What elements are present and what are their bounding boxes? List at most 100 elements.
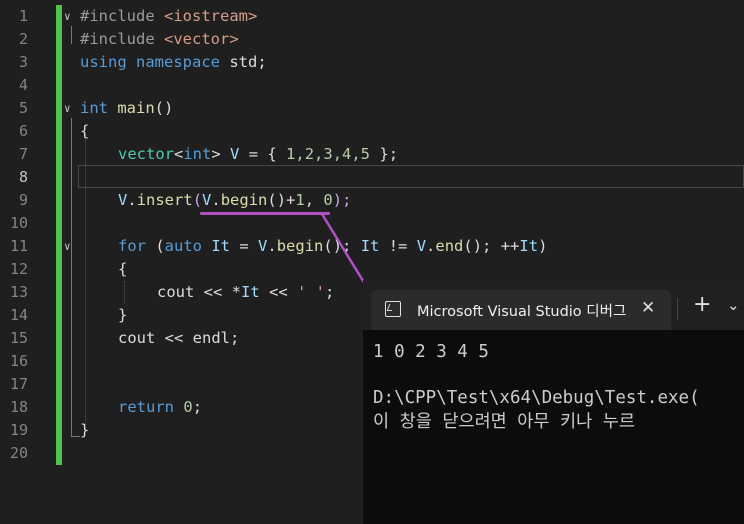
line-number-gutter: 1 2 3 4 5 6 7 8 9 10 11 12 13 14 15 16 1…	[0, 0, 56, 524]
variable: It	[519, 237, 539, 255]
punctuation: ()+	[267, 191, 296, 209]
variable: It	[211, 237, 231, 255]
fold-chevron-icon[interactable]: ∨	[64, 97, 71, 120]
line-number: 11	[9, 237, 28, 255]
fold-guide	[71, 26, 72, 44]
variable: V	[230, 145, 240, 163]
keyword: namespace	[136, 53, 221, 71]
line-number: 20	[9, 444, 28, 462]
variable: It	[360, 237, 380, 255]
terminal-icon	[385, 301, 401, 317]
punctuation: .	[426, 237, 436, 255]
keyword: for	[118, 237, 146, 255]
statement: cout << *	[157, 283, 241, 301]
line-number: 3	[18, 53, 28, 71]
code-line-2[interactable]: #include <vector>	[80, 28, 239, 51]
punctuation: (	[146, 237, 165, 255]
console-output-line: D:\CPP\Test\x64\Debug\Test.exe(	[373, 388, 700, 408]
fold-chevron-icon[interactable]: ∨	[64, 5, 71, 28]
fold-guide	[71, 256, 72, 326]
punctuation: ,	[304, 191, 324, 209]
keyword: using	[80, 53, 127, 71]
code-line-3[interactable]: using namespace std;	[80, 51, 267, 74]
punctuation: .	[211, 191, 221, 209]
punctuation: ()	[154, 99, 174, 117]
console-output-line: 1 0 2 3 4 5	[373, 342, 489, 362]
line-number-current: 8	[18, 168, 28, 186]
variable: V	[258, 237, 268, 255]
punctuation: = {	[239, 145, 287, 163]
code-line-6[interactable]: {	[80, 120, 89, 143]
variable: It	[241, 283, 260, 301]
keyword: auto	[164, 237, 202, 255]
code-line-7[interactable]: vector<int> V = { 1,2,3,4,5 };	[118, 143, 398, 166]
line-number: 7	[18, 145, 28, 163]
keyword: int	[80, 99, 108, 117]
include-header: <iostream>	[164, 7, 258, 25]
code-line-13[interactable]: cout << *It << ' ';	[157, 281, 334, 304]
code-line-11[interactable]: for (auto It = V.begin(); It != V.end();…	[118, 235, 547, 258]
line-number: 12	[9, 260, 28, 278]
code-line-9[interactable]: V.insert(V.begin()+1, 0);	[118, 189, 351, 212]
punctuation: <	[174, 145, 184, 163]
include-header: <vector>	[164, 30, 239, 48]
preprocessor: #include	[80, 7, 164, 25]
number-literal: 1,2,3,4,5	[286, 145, 371, 163]
char-literal: ' '	[297, 283, 325, 301]
punctuation: ();	[323, 237, 361, 255]
punctuation: =	[230, 237, 259, 255]
punctuation: {	[80, 122, 90, 140]
punctuation: ;	[325, 283, 335, 301]
line-number: 10	[9, 214, 28, 232]
chevron-down-icon[interactable]: ⌄	[727, 296, 740, 314]
line-number: 2	[18, 30, 28, 48]
punctuation: (	[192, 191, 203, 209]
identifier: std;	[220, 53, 267, 71]
close-icon[interactable]: ✕	[641, 298, 655, 318]
number-literal: 0	[183, 398, 193, 416]
statement: cout << endl;	[118, 329, 240, 347]
new-tab-button[interactable]: +	[693, 293, 711, 317]
code-line-12[interactable]: {	[118, 258, 127, 281]
keyword: int	[183, 145, 212, 163]
punctuation	[202, 237, 211, 255]
punctuation: (); ++	[463, 237, 520, 255]
change-indicator-bar	[56, 5, 62, 465]
punctuation: );	[332, 191, 352, 209]
number-literal: 1	[295, 191, 305, 209]
variable: V	[118, 191, 128, 209]
annotation-underline	[200, 212, 330, 215]
code-line-14[interactable]: }	[118, 304, 127, 327]
punctuation	[174, 398, 183, 416]
code-line-18[interactable]: return 0;	[118, 396, 202, 419]
method-name: begin	[220, 191, 268, 209]
line-number: 6	[18, 122, 28, 140]
indent-guide	[124, 281, 125, 303]
line-number: 15	[9, 329, 28, 347]
line-number: 14	[9, 306, 28, 324]
code-line-19[interactable]: }	[80, 419, 89, 442]
line-number: 9	[18, 191, 28, 209]
code-line-1[interactable]: #include <iostream>	[80, 5, 257, 28]
punctuation: !=	[379, 237, 417, 255]
line-number: 5	[18, 99, 28, 117]
type-name: vector	[118, 145, 174, 163]
line-number: 17	[9, 375, 28, 393]
current-line-highlight	[78, 165, 744, 188]
punctuation: {	[118, 260, 128, 278]
punctuation: <<	[259, 283, 297, 301]
variable: V	[202, 191, 212, 209]
code-line-5[interactable]: int main()	[80, 97, 173, 120]
keyword: return	[118, 398, 174, 416]
line-number: 4	[18, 76, 28, 94]
method-name: insert	[136, 191, 193, 209]
punctuation: .	[127, 191, 137, 209]
code-line-15[interactable]: cout << endl;	[118, 327, 239, 350]
fold-chevron-icon[interactable]: ∨	[64, 235, 71, 258]
punctuation: }	[118, 306, 128, 324]
console-tab[interactable]: Microsoft Visual Studio 디버그 ✕	[371, 290, 671, 330]
line-number: 18	[9, 398, 28, 416]
line-number: 16	[9, 352, 28, 370]
line-number: 13	[9, 283, 28, 301]
debug-console-window[interactable]: Microsoft Visual Studio 디버그 ✕ + ⌄ 1 0 2 …	[363, 280, 744, 524]
